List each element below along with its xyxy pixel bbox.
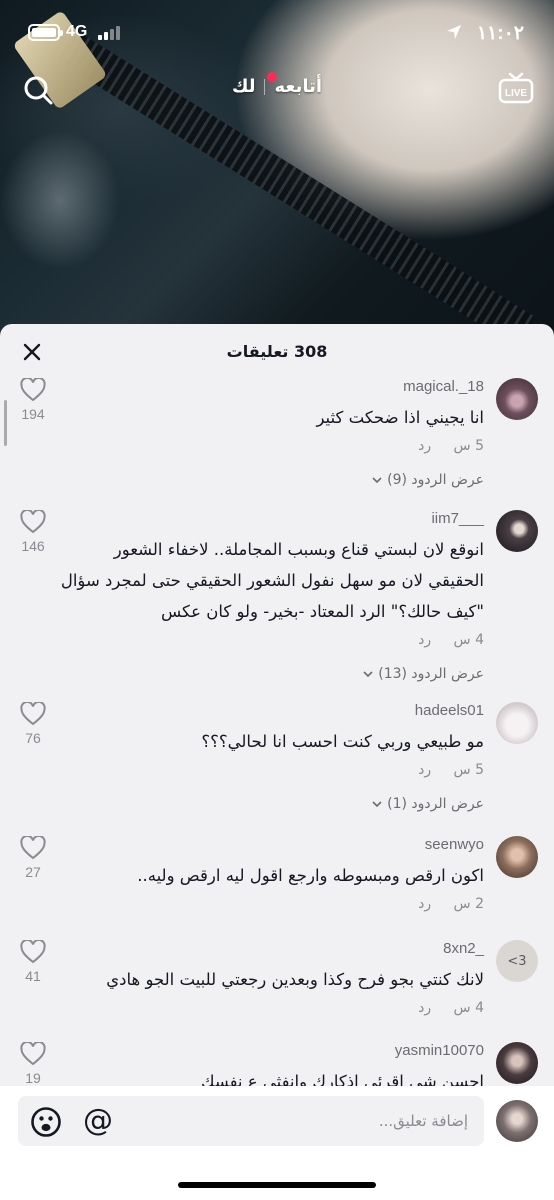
comment-text: انا يجيني اذا ضحكت كثير	[316, 408, 484, 427]
heart-icon	[20, 378, 46, 402]
like-button[interactable]: 146	[18, 510, 48, 554]
broken-heart-glyph: <3	[507, 953, 527, 969]
heart-icon	[20, 1042, 46, 1066]
avatar[interactable]	[496, 1042, 538, 1084]
comment-username[interactable]: seenwyo	[425, 836, 484, 853]
reply-button[interactable]: رد	[418, 896, 431, 912]
comment-username[interactable]: hadeels01	[415, 702, 484, 719]
like-button[interactable]: 41	[18, 940, 48, 984]
comment-text: مو طبيعي وربي كنت احسب انا لحالي؟؟؟	[201, 732, 484, 751]
comments-count-title: 308 تعليقات	[226, 342, 328, 361]
view-replies-button[interactable]: عرض الردود (9)	[371, 472, 484, 488]
view-replies-button[interactable]: عرض الردود (1)	[371, 796, 484, 812]
emoji-icon[interactable]	[30, 1106, 62, 1138]
view-replies-button[interactable]: عرض الردود (13)	[362, 666, 484, 682]
avatar[interactable]	[496, 378, 538, 420]
comment-meta: 2 س رد	[418, 896, 484, 912]
comment-input[interactable]	[148, 1096, 468, 1146]
comment-username[interactable]: 8xn2_	[443, 940, 484, 957]
reply-button[interactable]: رد	[418, 438, 431, 454]
reply-button[interactable]: رد	[418, 1000, 431, 1016]
view-replies-label: عرض الردود (13)	[378, 666, 484, 682]
like-button[interactable]: 76	[18, 702, 48, 746]
comment-meta: 4 س رد	[418, 632, 484, 648]
comment-text: اكون ارقص ومبسوطه وارجع اقول ليه ارقص ول…	[137, 866, 484, 885]
live-label: LIVE	[505, 88, 528, 99]
like-button[interactable]: 19	[18, 1042, 48, 1086]
comment-username[interactable]: magical._18	[403, 378, 484, 395]
chevron-down-icon	[372, 477, 382, 484]
comments-list: magical._18 انا يجيني اذا ضحكت كثير 5 س …	[0, 378, 554, 1086]
comment-meta: 5 س رد	[418, 438, 484, 454]
comment-text: احسن شي اقرئي اذكارك وانفثي ع نفسك	[200, 1072, 484, 1086]
status-bar: 4G ١١:٠٢	[0, 0, 554, 64]
reply-button[interactable]: رد	[418, 632, 431, 648]
comment-username[interactable]: iim7___	[431, 510, 484, 527]
like-count: 41	[25, 968, 41, 984]
comment-text: لانك كنتي بجو فرح وكذا وبعدين رجعتي للبي…	[106, 970, 484, 989]
avatar[interactable]: <3	[496, 940, 538, 982]
home-indicator[interactable]	[178, 1182, 376, 1188]
mention-icon[interactable]: @	[82, 1105, 114, 1137]
avatar[interactable]	[496, 836, 538, 878]
status-time: ١١:٠٢	[476, 23, 524, 44]
chevron-down-icon	[372, 801, 382, 808]
comments-sheet: 308 تعليقات magical._18 انا يجيني اذا ضح…	[0, 324, 554, 1200]
like-count: 76	[25, 730, 41, 746]
location-arrow-icon	[447, 25, 461, 39]
comment-time: 5 س	[453, 438, 484, 454]
like-count: 146	[21, 538, 45, 554]
comments-header: 308 تعليقات	[0, 324, 554, 378]
notification-dot	[266, 72, 277, 82]
heart-icon	[20, 836, 46, 860]
signal-icon	[98, 26, 122, 40]
chevron-down-icon	[363, 671, 373, 678]
avatar[interactable]	[496, 510, 538, 552]
top-navigation: أتابعه لك LIVE	[0, 64, 554, 114]
comment-meta: 5 س رد	[418, 762, 484, 778]
comment-input-box[interactable]: @	[18, 1096, 484, 1146]
comment-text: انوقع لان لبستي قناع وبسبب المجاملة.. لا…	[60, 540, 484, 621]
comment-time: 5 س	[453, 762, 484, 778]
tab-following-label: أتابعه	[274, 76, 323, 97]
view-replies-label: عرض الردود (1)	[387, 796, 484, 812]
tab-for-you[interactable]: لك	[232, 76, 256, 97]
heart-icon	[20, 940, 46, 964]
like-count: 27	[25, 864, 41, 880]
comment-time: 2 س	[453, 896, 484, 912]
feed-tabs: أتابعه لك	[0, 72, 554, 97]
reply-button[interactable]: رد	[418, 762, 431, 778]
comment-username[interactable]: yasmin10070	[395, 1042, 484, 1059]
like-count: 194	[21, 406, 45, 422]
battery-icon	[28, 24, 63, 41]
live-tv-icon[interactable]: LIVE	[498, 70, 534, 106]
avatar[interactable]	[496, 702, 538, 744]
tab-following[interactable]: أتابعه	[266, 72, 323, 97]
like-button[interactable]: 194	[18, 378, 48, 422]
current-user-avatar	[496, 1100, 538, 1142]
tab-divider	[263, 78, 265, 95]
comment-time: 4 س	[453, 632, 484, 648]
comment-meta: 4 س رد	[418, 1000, 484, 1016]
heart-icon	[20, 702, 46, 726]
comment-time: 4 س	[453, 1000, 484, 1016]
like-button[interactable]: 27	[18, 836, 48, 880]
like-count: 19	[25, 1070, 41, 1086]
view-replies-label: عرض الردود (9)	[387, 472, 484, 488]
heart-icon	[20, 510, 46, 534]
video-highlight	[0, 130, 120, 270]
network-type: 4G	[66, 23, 88, 40]
